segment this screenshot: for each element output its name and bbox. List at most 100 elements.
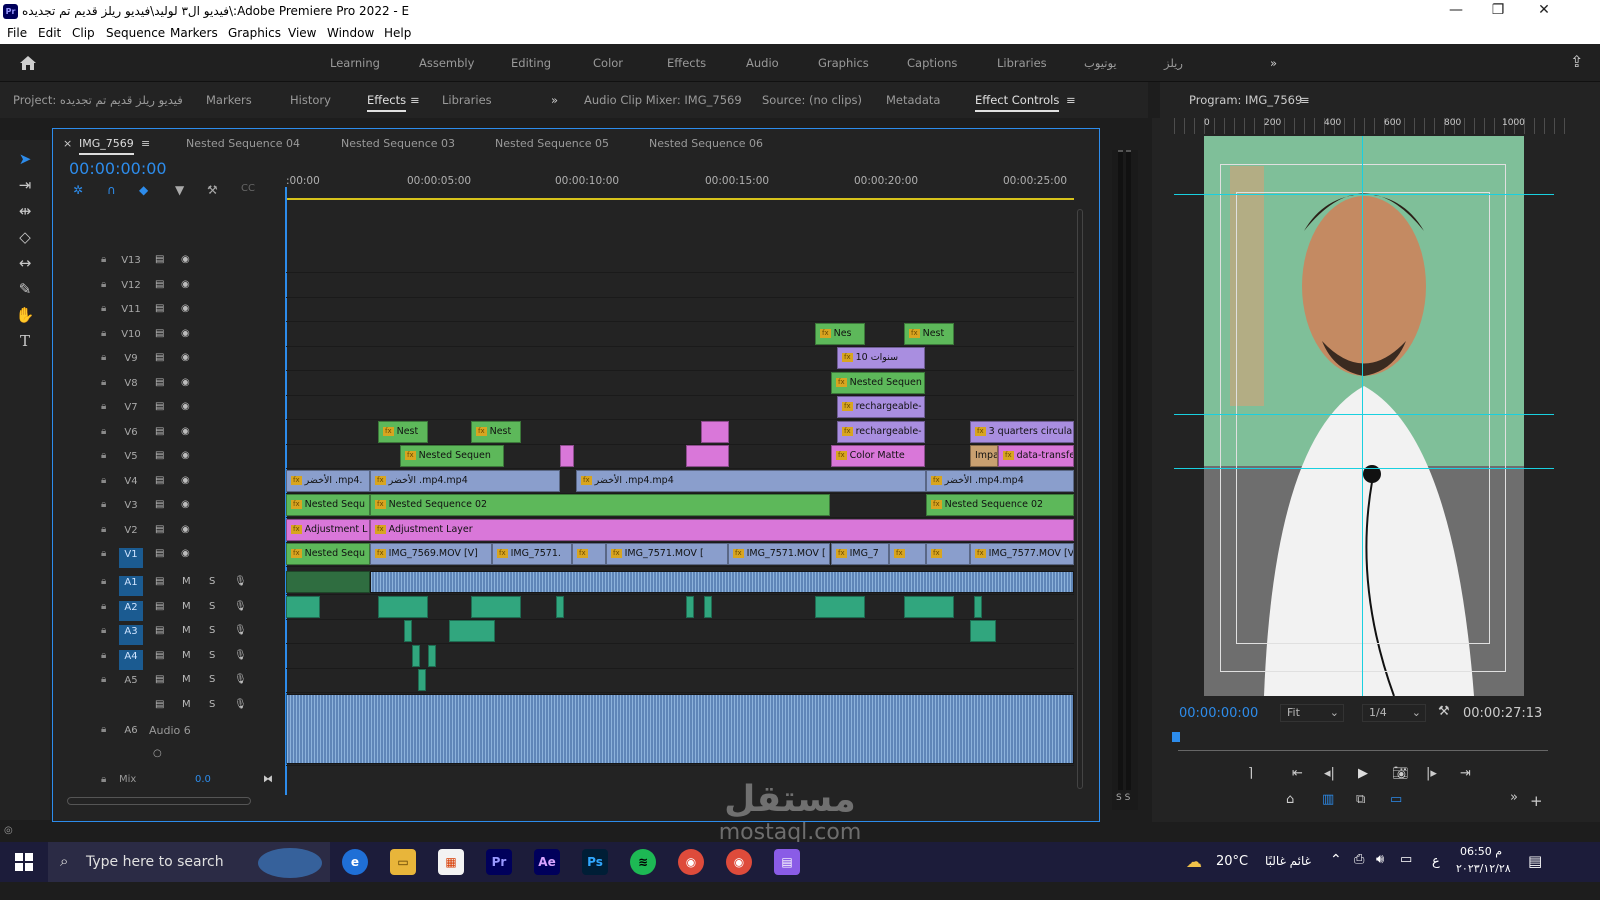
track-lane[interactable]: fx Nes fx Nest bbox=[286, 323, 1074, 347]
snap-icon[interactable]: ✲ bbox=[73, 183, 83, 197]
audio-lane[interactable] bbox=[286, 694, 1074, 766]
keyframe-icon[interactable]: ○ bbox=[153, 748, 162, 759]
mute-button[interactable]: M bbox=[182, 699, 191, 710]
extract-icon[interactable]: ▥ bbox=[1322, 792, 1334, 807]
lock-icon[interactable]: 🔒︎ bbox=[101, 601, 106, 612]
menu-window[interactable]: Window bbox=[327, 26, 374, 40]
track-lane[interactable]: fx Nest fx Nest fx rechargeable- fx 3 quarte… bbox=[286, 421, 1074, 445]
track-name[interactable]: V3 bbox=[119, 499, 143, 519]
workspace-libraries[interactable]: Libraries bbox=[997, 56, 1047, 70]
track-header-v11[interactable]: 🔒︎ V11 ▤ ◉ bbox=[53, 298, 286, 322]
lock-icon[interactable]: 🔒︎ bbox=[101, 450, 106, 461]
track-header-v1[interactable]: 🔒︎ V1 ▤ ◉ bbox=[53, 543, 286, 568]
sync-icon[interactable]: ▤ bbox=[155, 674, 164, 685]
track-name[interactable]: V9 bbox=[119, 352, 143, 372]
weather-text[interactable]: غائم غالبًا bbox=[1265, 854, 1311, 868]
track-header-v8[interactable]: 🔒︎ V8 ▤ ◉ bbox=[53, 372, 286, 396]
mix-value[interactable]: 0.0 bbox=[195, 774, 211, 785]
track-header-v13[interactable]: 🔒︎ V13 ▤ ◉ bbox=[53, 249, 286, 273]
vertical-scrollbar[interactable] bbox=[1077, 209, 1083, 789]
clip[interactable]: fx IMG_7571.MOV [ bbox=[728, 543, 830, 565]
step-forward-icon[interactable]: |▸ bbox=[1426, 766, 1437, 781]
sync-icon[interactable]: ▤ bbox=[155, 601, 164, 612]
eye-icon[interactable]: ◉ bbox=[181, 401, 190, 412]
marker-icon[interactable]: ▼ bbox=[175, 183, 184, 197]
tab-menu-icon[interactable]: ≡ bbox=[410, 93, 420, 107]
export-frame-icon[interactable]: 📷︎ bbox=[1392, 766, 1409, 781]
audio-clip[interactable] bbox=[686, 596, 694, 618]
clip[interactable]: fx bbox=[572, 543, 606, 565]
clip[interactable]: fx IMG_7569.MOV [V] bbox=[370, 543, 492, 565]
program-playhead[interactable] bbox=[1172, 732, 1180, 742]
track-name[interactable]: V2 bbox=[119, 524, 143, 544]
eye-icon[interactable]: ◉ bbox=[181, 303, 190, 314]
clip[interactable]: fx Nes bbox=[815, 323, 865, 345]
mic-icon[interactable]: 🎙︎ bbox=[234, 576, 247, 587]
resolution-select[interactable]: 1/4 ⌄ bbox=[1362, 704, 1426, 722]
mark-in-icon[interactable]: ⌉ bbox=[1248, 766, 1253, 781]
tab-sequence-img7569[interactable]: IMG_7569 bbox=[79, 137, 134, 155]
clip[interactable]: fx Color Matte bbox=[831, 445, 925, 467]
clip[interactable]: fx Nested Sequence 02 bbox=[370, 494, 830, 516]
track-name[interactable]: A3 bbox=[119, 625, 143, 645]
lock-icon[interactable]: 🔒︎ bbox=[101, 724, 106, 735]
lock-icon[interactable]: 🔒︎ bbox=[101, 401, 106, 412]
audio-clip[interactable] bbox=[815, 596, 865, 618]
track-header-v7[interactable]: 🔒︎ V7 ▤ ◉ bbox=[53, 396, 286, 420]
menu-sequence[interactable]: Sequence bbox=[106, 26, 165, 40]
lock-icon[interactable]: 🔒︎ bbox=[101, 377, 106, 388]
lock-icon[interactable]: 🔒︎ bbox=[101, 426, 106, 437]
workspace-audio[interactable]: Audio bbox=[746, 56, 779, 70]
clip[interactable]: fx IMG_7571. bbox=[492, 543, 572, 565]
track-select-tool-icon[interactable]: ⇥ bbox=[14, 174, 36, 196]
lock-icon[interactable]: 🔒︎ bbox=[101, 352, 106, 363]
audio-clip[interactable] bbox=[449, 620, 495, 642]
type-tool-icon[interactable]: T bbox=[14, 330, 36, 352]
program-title[interactable]: Program: IMG_7569 bbox=[1189, 93, 1302, 107]
eye-icon[interactable]: ◉ bbox=[181, 254, 190, 265]
audio-lane[interactable] bbox=[286, 571, 1074, 595]
eye-icon[interactable]: ◉ bbox=[181, 499, 190, 510]
track-lane[interactable]: fx الأخضر .mp4. fx الأخضر .mp4.mp4 fx الأخض… bbox=[286, 470, 1074, 494]
audio-clip[interactable] bbox=[970, 620, 996, 642]
track-lane[interactable]: fx Nested Sequ fx IMG_7569.MOV [V] fx IMG_7… bbox=[286, 543, 1074, 567]
workspace-effects[interactable]: Effects bbox=[667, 56, 706, 70]
clip[interactable]: fx data-transfe bbox=[998, 445, 1074, 467]
lock-icon[interactable]: 🔒︎ bbox=[101, 625, 106, 636]
tab-nested-sequence-03[interactable]: Nested Sequence 03 bbox=[341, 137, 455, 150]
sync-icon[interactable]: ▤ bbox=[155, 524, 164, 535]
eye-icon[interactable]: ◉ bbox=[181, 352, 190, 363]
lock-icon[interactable]: 🔒︎ bbox=[101, 774, 106, 785]
clip[interactable]: fx Nest bbox=[471, 421, 521, 443]
mute-button[interactable]: M bbox=[182, 625, 191, 636]
clip[interactable]: fx الأخضر .mp4.mp4 bbox=[370, 470, 560, 492]
lift-icon[interactable]: ⌂ bbox=[1286, 792, 1294, 807]
clip[interactable]: fx الأخضر .mp4. bbox=[286, 470, 370, 492]
guide-line-vertical[interactable] bbox=[1362, 136, 1363, 696]
audio-clip[interactable] bbox=[370, 571, 1074, 593]
clip[interactable]: fx Nested Sequ bbox=[286, 494, 370, 516]
clip[interactable]: fx IMG_7571.MOV [ bbox=[606, 543, 728, 565]
clip[interactable] bbox=[560, 445, 574, 467]
track-header-v12[interactable]: 🔒︎ V12 ▤ ◉ bbox=[53, 274, 286, 298]
hand-tool-icon[interactable]: ✋ bbox=[14, 304, 36, 326]
file-explorer-icon[interactable]: ▭ bbox=[390, 849, 416, 875]
track-header-a2[interactable]: 🔒︎ A2 ▤ M S 🎙︎ bbox=[53, 596, 286, 621]
maximize-button[interactable]: ❐ bbox=[1478, 2, 1518, 22]
program-scrubber[interactable] bbox=[1178, 750, 1548, 751]
audio-clip[interactable] bbox=[286, 571, 370, 593]
audio-clip[interactable] bbox=[404, 620, 412, 642]
track-lane[interactable]: fx Nested Sequen fx Color Matte Impa fx dat… bbox=[286, 445, 1074, 469]
mic-icon[interactable]: 🎙︎ bbox=[234, 601, 247, 612]
sync-icon[interactable]: ▤ bbox=[155, 352, 164, 363]
track-name[interactable]: A6 bbox=[119, 724, 143, 744]
clip[interactable]: fx Nested Sequence 02 bbox=[926, 494, 1074, 516]
store-icon[interactable]: ▦ bbox=[438, 849, 464, 875]
program-menu-icon[interactable]: ≡ bbox=[1300, 93, 1310, 107]
sync-icon[interactable]: ▤ bbox=[155, 499, 164, 510]
solo-button[interactable]: S bbox=[209, 699, 215, 710]
audio-clip[interactable] bbox=[286, 694, 1074, 764]
menu-clip[interactable]: Clip bbox=[72, 26, 95, 40]
clip[interactable]: fx IMG_7577.MOV [V bbox=[970, 543, 1074, 565]
lock-icon[interactable]: 🔒︎ bbox=[101, 524, 106, 535]
